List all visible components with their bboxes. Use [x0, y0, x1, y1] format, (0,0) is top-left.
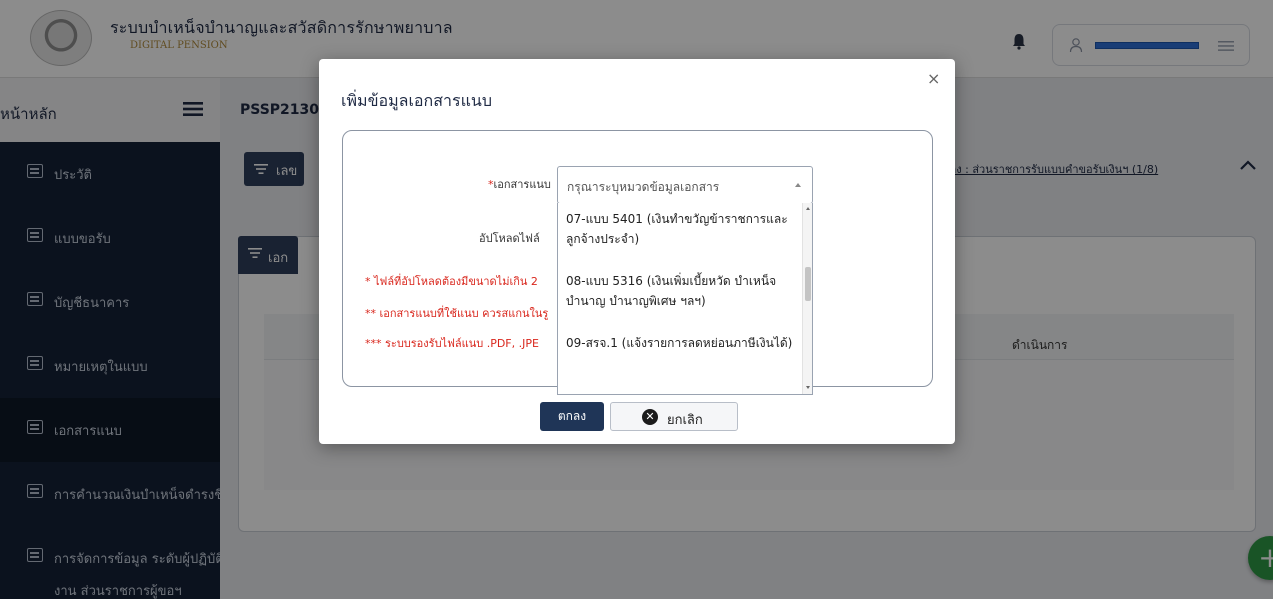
add-attachment-modal: เพิ่มข้อมูลเอกสารแนบ × *เอกสารแนบ อัปโหล…	[319, 59, 955, 444]
note-file-size: * ไฟล์ที่อัปโหลดต้องมีขนาดไม่เกิน 2	[365, 275, 538, 288]
close-circle-icon: ✕	[642, 409, 658, 425]
attachment-form: *เอกสารแนบ อัปโหลดไฟล์ * ไฟล์ที่อัปโหลดต…	[342, 130, 933, 395]
note-scan-format: ** เอกสารแนบที่ใช้แนบ ควรสแกนในรู	[365, 307, 549, 320]
upload-file-label: อัปโหลดไฟล์	[479, 232, 540, 245]
ok-button[interactable]: ตกลง	[540, 402, 604, 431]
caret-up-icon	[795, 183, 801, 187]
dropdown-scrollbar[interactable]	[802, 203, 812, 394]
dropdown-option[interactable]: 08-แบบ 5316 (เงินเพิ่มเบี้ยหวัด บำเหน็จบ…	[566, 271, 798, 311]
document-category-dropdown[interactable]: 07-แบบ 5401 (เงินทำขวัญข้าราชการและลูกจ้…	[557, 203, 813, 395]
scrollbar-thumb[interactable]	[805, 267, 811, 301]
modal-title: เพิ่มข้อมูลเอกสารแนบ	[341, 91, 492, 110]
dropdown-option[interactable]: 07-แบบ 5401 (เงินทำขวัญข้าราชการและลูกจ้…	[566, 209, 798, 249]
note-file-types: *** ระบบรองรับไฟล์แนบ .PDF, .JPE	[365, 337, 539, 350]
document-category-select[interactable]: กรุณาระบุหมวดข้อมูลเอกสาร	[557, 166, 813, 204]
document-type-label: *เอกสารแนบ	[488, 175, 551, 193]
close-button[interactable]: ×	[927, 69, 940, 88]
document-type-label-text: เอกสารแนบ	[493, 178, 551, 191]
cancel-button[interactable]: ✕ ยกเลิก	[610, 402, 738, 431]
scroll-up-icon[interactable]	[806, 207, 810, 210]
scroll-down-icon[interactable]	[806, 386, 810, 389]
dropdown-option[interactable]: 09-สรจ.1 (แจ้งรายการลดหย่อนภาษีเงินได้)	[566, 333, 798, 353]
cancel-button-label: ยกเลิก	[667, 413, 703, 428]
select-placeholder: กรุณาระบุหมวดข้อมูลเอกสาร	[567, 180, 720, 194]
